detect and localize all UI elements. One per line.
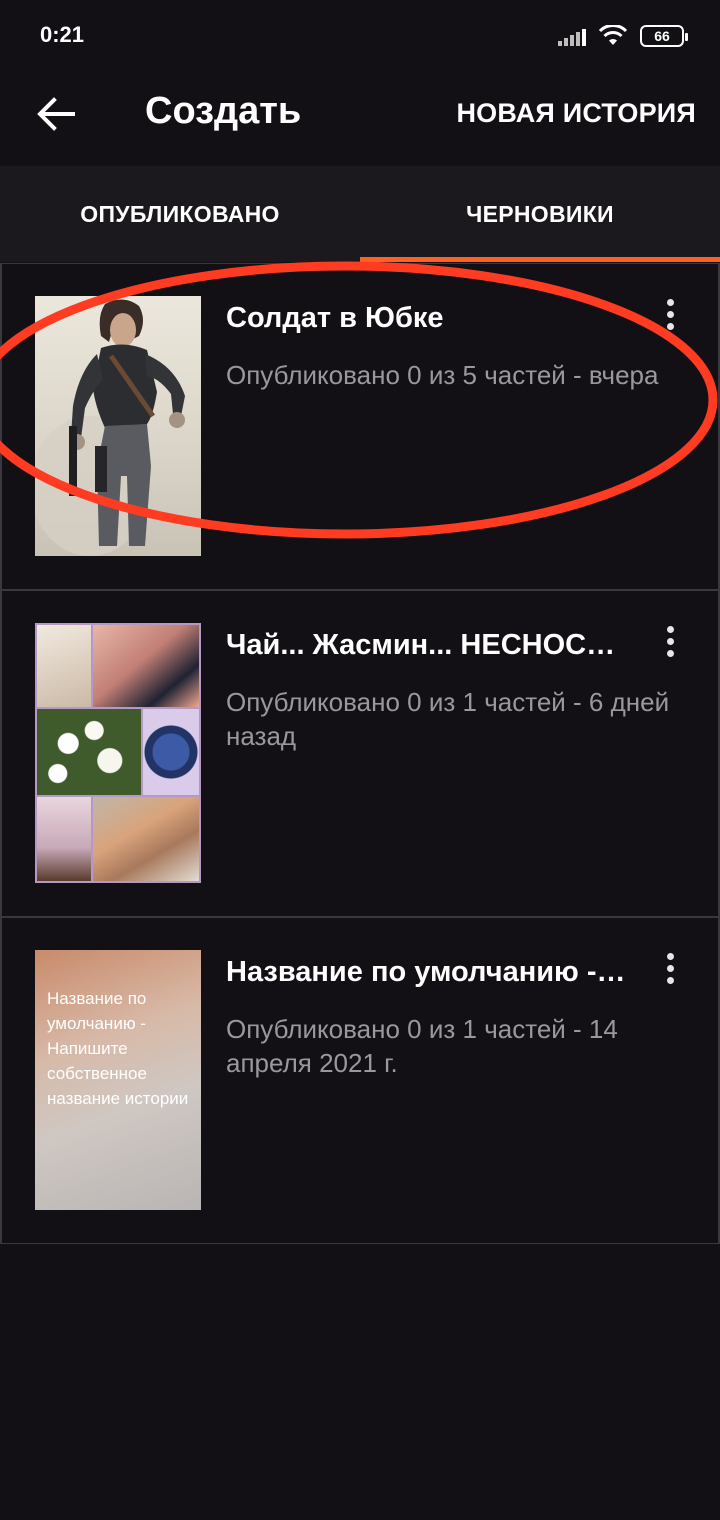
- screen: 0:21 66 Создать НОВАЯ ИСТОРИЯ ОПУБЛИКОВА…: [0, 0, 720, 1520]
- arrow-left-icon: [37, 97, 75, 131]
- active-tab-indicator: [360, 257, 720, 262]
- story-title: Название по умолчанию - Напишите собстве…: [226, 956, 626, 988]
- battery-level: 66: [654, 28, 670, 44]
- story-list: Солдат в Юбке Опубликовано 0 из 5 частей…: [0, 263, 720, 1244]
- status-bar: 0:21 66: [0, 0, 720, 70]
- story-title: Чай... Жасмин... НЕСНОСНЫЙ: [226, 629, 626, 661]
- story-meta: Опубликовано 0 из 1 частей - 14 апреля 2…: [226, 1014, 618, 1078]
- page-title: Создать: [145, 90, 302, 132]
- status-icons: 66: [558, 22, 688, 50]
- story-title: Солдат в Юбке: [226, 302, 444, 334]
- tab-bar: ОПУБЛИКОВАНО ЧЕРНОВИКИ: [0, 166, 720, 262]
- back-button[interactable]: [30, 88, 82, 140]
- story-meta: Опубликовано 0 из 5 частей - вчера: [226, 360, 659, 390]
- more-options-icon[interactable]: [652, 292, 688, 336]
- more-options-icon[interactable]: [652, 946, 688, 990]
- status-time: 0:21: [40, 22, 85, 47]
- signal-icon: [558, 26, 586, 46]
- app-bar: Создать НОВАЯ ИСТОРИЯ: [0, 70, 720, 166]
- story-meta: Опубликовано 0 из 1 частей - 6 дней наза…: [226, 687, 670, 751]
- battery-icon: 66: [640, 25, 688, 47]
- story-card[interactable]: Название по умолчанию - Напишите собстве…: [0, 917, 720, 1244]
- tab-published[interactable]: ОПУБЛИКОВАНО: [0, 166, 360, 262]
- soldier-cover-art: [35, 299, 185, 556]
- story-cover: [35, 296, 201, 556]
- wifi-icon: [598, 25, 628, 45]
- more-options-icon[interactable]: [652, 619, 688, 663]
- story-cover: Название по умолчанию - Напишите собстве…: [35, 950, 201, 1210]
- story-cover: [35, 623, 201, 883]
- story-card[interactable]: Солдат в Юбке Опубликовано 0 из 5 частей…: [0, 263, 720, 590]
- story-card[interactable]: Чай... Жасмин... НЕСНОСНЫЙ Опубликовано …: [0, 590, 720, 917]
- tab-drafts[interactable]: ЧЕРНОВИКИ: [360, 166, 720, 262]
- cover-title-text: Название по умолчанию - Напишите собстве…: [47, 989, 189, 1108]
- new-story-button[interactable]: НОВАЯ ИСТОРИЯ: [456, 98, 696, 129]
